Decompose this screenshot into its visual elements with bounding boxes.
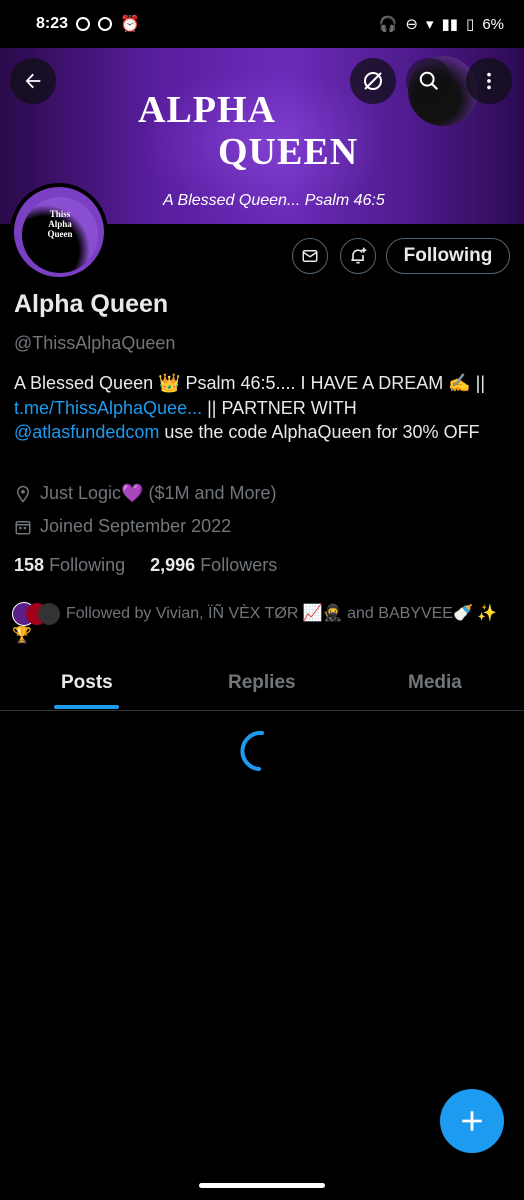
profile-name: Alpha Queen xyxy=(14,290,169,318)
banner-title-line1: ALPHA xyxy=(138,89,276,131)
profile-handle: @ThissAlphaQueen xyxy=(14,333,176,353)
search-button[interactable] xyxy=(406,58,452,104)
profile-bio: A Blessed Queen 👑 Psalm 46:5.... I HAVE … xyxy=(14,371,504,445)
bio-text: use the code AlphaQueen for 30% OFF xyxy=(159,422,480,442)
back-button[interactable] xyxy=(10,58,56,104)
followers-label: Followers xyxy=(200,555,278,575)
following-stat[interactable]: 158 Following xyxy=(14,555,125,575)
wifi-icon: ▾ xyxy=(426,16,434,33)
following-count: 158 xyxy=(14,555,45,575)
message-button[interactable] xyxy=(292,238,328,274)
dnd-icon: ⊖ xyxy=(405,16,418,33)
tab-posts[interactable]: Posts xyxy=(61,672,113,694)
back-arrow-icon xyxy=(25,73,41,89)
grok-icon xyxy=(364,72,382,90)
status-bar-right: 🎧 ⊖ ▾ ▮▮ ▯ 6% xyxy=(378,15,504,34)
battery-percent: 6% xyxy=(482,15,504,33)
plus-icon xyxy=(462,1111,482,1131)
app-icon xyxy=(98,17,113,31)
banner-subtitle: A Blessed Queen... Psalm 46:5 xyxy=(163,192,385,209)
profile-stats: 158 Following 2,996 Followers xyxy=(14,555,277,576)
location-icon xyxy=(16,485,30,503)
bio-link[interactable]: t.me/ThissAlphaQuee... xyxy=(14,398,202,418)
profile-location: Just Logic💜 ($1M and More) xyxy=(14,483,277,504)
followed-by-text: Followed by Vivian, ÏÑ VÈX TØR 📈🥷 and BA… xyxy=(12,605,498,644)
bio-text: A Blessed Queen 👑 Psalm 46:5.... I HAVE … xyxy=(14,373,486,393)
location-text: Just Logic💜 ($1M and More) xyxy=(40,483,277,503)
more-icon xyxy=(487,72,491,90)
battery-icon: ▯ xyxy=(466,16,475,33)
joined-text: Joined September 2022 xyxy=(40,516,232,536)
home-indicator[interactable] xyxy=(199,1183,325,1188)
bio-mention[interactable]: @atlasfundedcom xyxy=(14,422,159,442)
banner-title-line2: QUEEN xyxy=(218,131,359,173)
followers-count: 2,996 xyxy=(150,555,196,575)
notify-button[interactable] xyxy=(340,238,376,274)
profile-joined: Joined September 2022 xyxy=(14,516,231,537)
message-icon xyxy=(302,250,318,262)
profile-avatar[interactable]: Thiss Alpha Queen xyxy=(10,183,108,281)
tab-replies[interactable]: Replies xyxy=(228,672,296,694)
profile-tabs: Posts Replies Media xyxy=(0,664,524,711)
tab-media[interactable]: Media xyxy=(408,672,462,694)
following-button[interactable]: Following xyxy=(386,238,510,274)
compose-button[interactable] xyxy=(440,1089,504,1153)
alarm-icon: ⏰ xyxy=(120,16,140,33)
search-icon xyxy=(419,71,439,91)
avatar-label: Thiss Alpha Queen xyxy=(47,209,73,239)
signal-icon: ▮▮ xyxy=(441,16,459,33)
status-bar-left: 8:23 ⏰ xyxy=(36,14,140,34)
following-label: Following xyxy=(49,555,126,575)
notification-bell-icon xyxy=(351,247,367,264)
bio-text: || PARTNER WITH xyxy=(202,397,357,418)
follower-avatar xyxy=(38,603,60,625)
status-bar: 8:23 ⏰ 🎧 ⊖ ▾ ▮▮ ▯ 6% xyxy=(0,0,524,48)
grok-button[interactable] xyxy=(350,58,396,104)
more-button[interactable] xyxy=(466,58,512,104)
download-icon xyxy=(76,17,91,31)
followers-stat[interactable]: 2,996 Followers xyxy=(150,555,277,575)
headphones-icon: 🎧 xyxy=(378,16,398,33)
active-tab-indicator xyxy=(54,705,119,709)
calendar-icon xyxy=(15,520,31,534)
status-time: 8:23 xyxy=(36,15,69,32)
loading-spinner-icon xyxy=(240,730,264,771)
followed-by[interactable]: Followed by Vivian, ÏÑ VÈX TØR 📈🥷 and BA… xyxy=(12,602,512,646)
